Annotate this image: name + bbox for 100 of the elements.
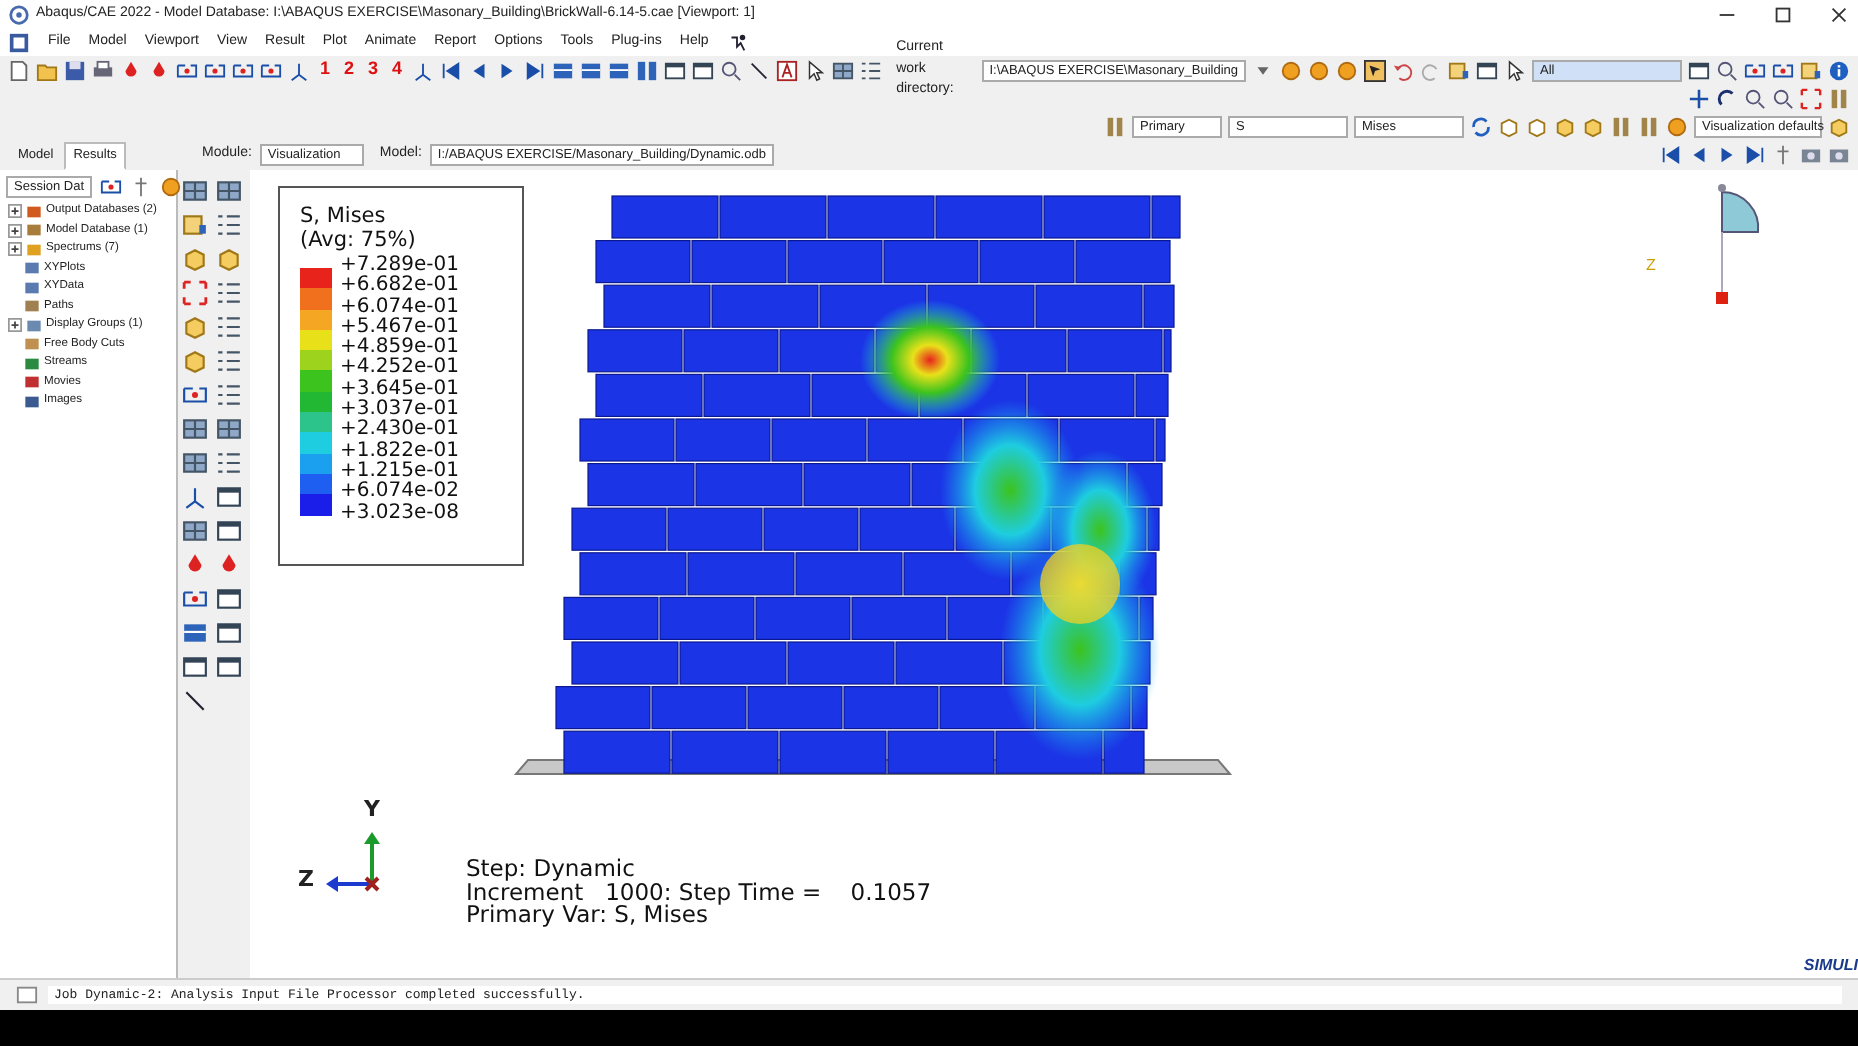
axes-icon[interactable] (412, 59, 435, 81)
print-icon[interactable] (92, 59, 114, 81)
pointer-icon[interactable] (804, 59, 827, 81)
text-icon[interactable] (776, 59, 799, 81)
zoom-icon[interactable] (720, 59, 743, 81)
camera-icon[interactable] (1800, 144, 1822, 166)
next-frame-icon[interactable] (1716, 144, 1738, 166)
tool-icon[interactable] (182, 654, 208, 680)
table-icon[interactable] (1476, 59, 1498, 81)
pan-icon[interactable] (1688, 87, 1710, 109)
tool-icon[interactable] (182, 484, 208, 510)
cube-outline-icon[interactable] (1526, 115, 1548, 137)
frame-icon[interactable] (100, 176, 123, 198)
tool-icon[interactable] (216, 212, 242, 238)
table-icon[interactable] (664, 59, 687, 81)
pin-icon[interactable] (130, 176, 153, 198)
bars-icon[interactable] (1104, 115, 1126, 137)
sphere-icon[interactable] (1336, 59, 1358, 81)
layout-icon[interactable] (580, 59, 603, 81)
bars-icon[interactable] (1610, 115, 1632, 137)
first-frame-icon[interactable] (1660, 144, 1682, 166)
zoom-icon[interactable] (1744, 87, 1766, 109)
tool-icon[interactable] (182, 450, 208, 476)
tool-icon[interactable] (182, 586, 208, 612)
save-icon[interactable] (64, 59, 86, 81)
columns-icon[interactable] (636, 59, 659, 81)
frame-icon[interactable] (232, 59, 254, 81)
axes-icon[interactable] (288, 59, 310, 81)
rotate-icon[interactable] (1716, 87, 1738, 109)
tool-icon[interactable] (182, 688, 208, 714)
cube-outline-icon[interactable] (1498, 115, 1520, 137)
tool-icon[interactable] (182, 382, 208, 408)
pin-icon[interactable] (1772, 144, 1794, 166)
tool-icon[interactable] (216, 280, 242, 306)
tool-icon[interactable] (182, 178, 208, 204)
tool-icon[interactable] (182, 416, 208, 442)
drop-icon[interactable] (120, 59, 142, 81)
tool-icon[interactable] (216, 484, 242, 510)
message-area-toggle-icon[interactable] (16, 984, 38, 1006)
camera-icon[interactable] (1828, 144, 1850, 166)
tool-icon[interactable] (216, 586, 242, 612)
expand-icon[interactable] (8, 204, 22, 219)
expand-icon[interactable] (8, 318, 22, 333)
viewport-number[interactable]: 2 (340, 56, 359, 84)
frame-icon[interactable] (1744, 59, 1766, 81)
close-icon[interactable] (1828, 3, 1850, 25)
tool-icon[interactable] (216, 518, 242, 544)
tool-icon[interactable] (216, 416, 242, 442)
viewport-number[interactable]: 3 (364, 56, 383, 84)
last-frame-icon[interactable] (524, 59, 547, 81)
expand-icon[interactable] (8, 242, 22, 257)
bars-icon[interactable] (1828, 87, 1850, 109)
zoom-icon[interactable] (1772, 87, 1794, 109)
box-icon[interactable] (1800, 59, 1822, 81)
drop-icon[interactable] (148, 59, 170, 81)
bars-icon[interactable] (1638, 115, 1660, 137)
box-icon[interactable] (1448, 59, 1470, 81)
viewport-number[interactable]: 1 (316, 56, 335, 84)
grid-icon[interactable] (832, 59, 855, 81)
tool-icon[interactable] (216, 178, 242, 204)
layout-icon[interactable] (552, 59, 575, 81)
undo-icon[interactable] (1392, 59, 1414, 81)
tool-icon[interactable] (216, 314, 242, 340)
menu-icon[interactable] (8, 31, 30, 53)
table-icon[interactable] (1688, 59, 1710, 81)
fit-view-icon[interactable] (1800, 87, 1822, 109)
tool-icon[interactable] (216, 654, 242, 680)
previous-frame-icon[interactable] (1688, 144, 1710, 166)
cube-icon[interactable] (1828, 115, 1850, 137)
sphere-icon[interactable] (160, 176, 183, 198)
frame-icon[interactable] (204, 59, 226, 81)
viewport-number[interactable]: 4 (388, 56, 407, 84)
maximize-icon[interactable] (1772, 3, 1794, 25)
frame-icon[interactable] (1772, 59, 1794, 81)
cube-icon[interactable] (1554, 115, 1576, 137)
frame-icon[interactable] (260, 59, 282, 81)
sphere-icon[interactable] (1280, 59, 1302, 81)
legend-title: S, Mises (300, 204, 388, 228)
table-icon[interactable] (692, 59, 715, 81)
info-icon[interactable] (1828, 59, 1850, 81)
pointer-icon[interactable] (1504, 59, 1526, 81)
cursor-icon[interactable] (1364, 59, 1386, 81)
tool-icon[interactable] (216, 620, 242, 646)
tool-icon[interactable] (216, 450, 242, 476)
layout-icon[interactable] (608, 59, 631, 81)
tool-icon[interactable] (216, 382, 242, 408)
sphere-icon[interactable] (1666, 115, 1688, 137)
sphere-icon[interactable] (1308, 59, 1330, 81)
list-icon[interactable] (860, 59, 883, 81)
tool-icon[interactable] (182, 518, 208, 544)
first-frame-icon[interactable] (440, 59, 463, 81)
cube-icon[interactable] (1582, 115, 1604, 137)
frame-icon[interactable] (176, 59, 198, 81)
refresh-icon[interactable] (1470, 115, 1492, 137)
expand-icon[interactable] (8, 223, 22, 238)
last-frame-icon[interactable] (1744, 144, 1766, 166)
help-pointer-icon[interactable] (726, 31, 749, 53)
zoom-icon[interactable] (1716, 59, 1738, 81)
tool-icon[interactable] (216, 348, 242, 374)
line-icon[interactable] (748, 59, 771, 81)
